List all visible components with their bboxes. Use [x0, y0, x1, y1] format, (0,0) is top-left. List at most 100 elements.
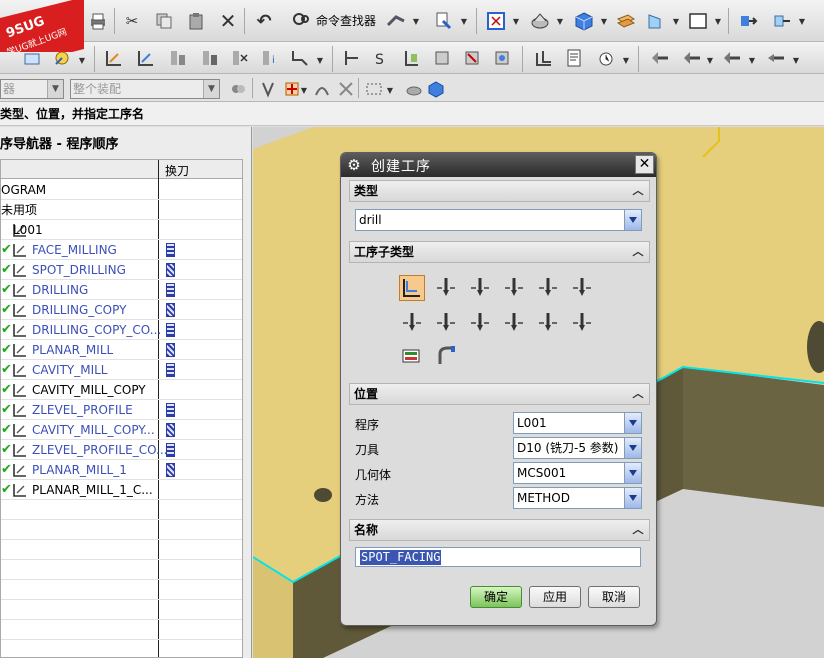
dropdown-arrow-icon[interactable]: ▼	[412, 17, 420, 27]
background-color-icon[interactable]	[686, 9, 710, 33]
dropdown-arrow-icon[interactable]: ▼	[714, 17, 722, 27]
shop-docs-icon[interactable]	[288, 46, 312, 70]
delete-icon[interactable]: ✕	[216, 9, 240, 33]
move-object-icon[interactable]	[736, 9, 760, 33]
assembly-filter-select[interactable]: 整个装配 ▼	[70, 79, 220, 99]
subtype-drill-icon[interactable]	[535, 310, 561, 336]
shop-documentation-icon[interactable]	[562, 46, 586, 70]
feature-process-icon[interactable]	[720, 46, 744, 70]
replay-toolpath-icon[interactable]	[134, 46, 158, 70]
navigator-row[interactable]: ✔ PLANAR_MILL_1	[1, 460, 242, 480]
feature-tool-icon[interactable]	[764, 46, 788, 70]
type-select[interactable]: drill	[355, 209, 642, 231]
subtype-drill-icon[interactable]	[433, 343, 459, 369]
type-group-header[interactable]: 类型 ︿	[349, 180, 650, 202]
dropdown-arrow-icon[interactable]: ▼	[386, 86, 394, 96]
render-style-icon[interactable]	[528, 9, 552, 33]
post-process-icon[interactable]: i	[258, 46, 282, 70]
time-estimate-icon[interactable]	[594, 46, 618, 70]
curve-rule-icon[interactable]	[310, 77, 334, 101]
navigator-row[interactable]: ✔ DRILLING_COPY_CO...	[1, 320, 242, 340]
subtype-group-header[interactable]: 工序子类型 ︿	[349, 241, 650, 263]
navigator-row[interactable]: ✔ CAVITY_MILL_COPY	[1, 380, 242, 400]
navigator-row[interactable]: 未用项	[1, 200, 242, 220]
dropdown-arrow-icon[interactable]: ▼	[792, 56, 800, 66]
select-bodies-icon[interactable]	[424, 77, 448, 101]
face-rule-icon[interactable]	[334, 77, 358, 101]
feature-ops-icon[interactable]	[648, 46, 672, 70]
collapse-icon[interactable]: ︿	[629, 521, 647, 539]
collapse-icon[interactable]: ︿	[629, 243, 647, 261]
fit-view-icon[interactable]	[484, 9, 508, 33]
subtype-drill-icon[interactable]	[399, 310, 425, 336]
type-filter-select[interactable]: 器 ▼	[0, 79, 64, 99]
subtype-drill-icon[interactable]	[569, 310, 595, 336]
delete-object-icon[interactable]	[460, 46, 484, 70]
parallel-generate-icon[interactable]	[532, 46, 556, 70]
dropdown-arrow-icon[interactable]: ▼	[748, 56, 756, 66]
shaded-cube-icon[interactable]	[572, 9, 596, 33]
copy-object-icon[interactable]	[400, 46, 424, 70]
navigator-row[interactable]: ✔ CAVITY_MILL_COPY...	[1, 420, 242, 440]
navigator-row[interactable]: ✔ PLANAR_MILL	[1, 340, 242, 360]
display-object-icon[interactable]	[490, 46, 514, 70]
program-icon[interactable]	[20, 46, 44, 70]
generate-toolpath-icon[interactable]	[102, 46, 126, 70]
command-finder-button[interactable]: 命令查找器	[316, 12, 376, 29]
navigator-row[interactable]: OGRAM	[1, 180, 242, 200]
program-select[interactable]: L001	[513, 412, 642, 434]
simulate-icon[interactable]	[228, 46, 252, 70]
dropdown-arrow-icon[interactable]: ▼	[300, 86, 308, 96]
subtype-drill-icon[interactable]	[467, 275, 493, 301]
subtype-drill-icon[interactable]	[501, 275, 527, 301]
navigator-row[interactable]: ✔ DRILLING_COPY	[1, 300, 242, 320]
print-icon[interactable]	[86, 9, 110, 33]
edit-object-icon[interactable]	[340, 46, 364, 70]
collapse-icon[interactable]: ︿	[629, 182, 647, 200]
subtype-drill-icon[interactable]	[399, 343, 425, 369]
apply-button[interactable]: 应用	[529, 586, 581, 608]
subtype-drill-icon[interactable]	[433, 310, 459, 336]
navigator-row[interactable]: ✔ FACE_MILLING	[1, 240, 242, 260]
transform-icon[interactable]	[770, 9, 794, 33]
cut-icon[interactable]: ✂	[120, 9, 144, 33]
feature-group-icon[interactable]	[680, 46, 704, 70]
paste-icon[interactable]	[184, 9, 208, 33]
subtype-drill-icon[interactable]	[501, 310, 527, 336]
dialog-title-bar[interactable]: ⚙ 创建工序 ✕	[341, 153, 656, 177]
layer-icon[interactable]	[614, 9, 638, 33]
navigator-row[interactable]: ✔ DRILLING	[1, 280, 242, 300]
navigator-row[interactable]: ✔ ZLEVEL_PROFILE	[1, 400, 242, 420]
wcs-icon[interactable]	[644, 9, 668, 33]
collapse-icon[interactable]: ︿	[629, 385, 647, 403]
dropdown-arrow-icon[interactable]: ▼	[706, 56, 714, 66]
geometry-select[interactable]: MCS001	[513, 462, 642, 484]
subtype-drill-icon[interactable]	[535, 275, 561, 301]
ok-button[interactable]: 确定	[470, 586, 522, 608]
gear-icon[interactable]: ⚙	[345, 156, 363, 174]
undo-icon[interactable]: ↶	[252, 9, 276, 33]
snap-point-icon[interactable]	[256, 77, 280, 101]
navigator-row[interactable]: ✔ CAVITY_MILL	[1, 360, 242, 380]
location-group-header[interactable]: 位置 ︿	[349, 383, 650, 405]
navigator-row[interactable]: ✔ ZLEVEL_PROFILE_CO...	[1, 440, 242, 460]
name-group-header[interactable]: 名称 ︿	[349, 519, 650, 541]
subtype-drill-icon[interactable]	[433, 275, 459, 301]
dropdown-arrow-icon[interactable]: ▼	[78, 56, 86, 66]
list-toolpath-icon[interactable]	[166, 46, 190, 70]
close-button[interactable]: ✕	[635, 155, 654, 174]
operation-name-input[interactable]: SPOT_FACING	[355, 547, 641, 567]
copy-icon[interactable]	[152, 9, 176, 33]
subtype-drill-icon[interactable]	[467, 310, 493, 336]
dropdown-arrow-icon[interactable]: ▼	[512, 17, 520, 27]
analysis-icon[interactable]	[384, 9, 408, 33]
selection-scope-icon[interactable]	[226, 77, 250, 101]
cut-object-icon[interactable]: S	[370, 46, 394, 70]
dropdown-arrow-icon[interactable]: ▼	[672, 17, 680, 27]
navigator-row[interactable]: L001	[1, 220, 242, 240]
dropdown-arrow-icon[interactable]: ▼	[622, 56, 630, 66]
info-icon[interactable]	[432, 9, 456, 33]
column-header-tool-change[interactable]: 换刀	[165, 162, 189, 179]
dropdown-arrow-icon[interactable]: ▼	[460, 17, 468, 27]
command-finder-icon[interactable]	[289, 9, 313, 33]
